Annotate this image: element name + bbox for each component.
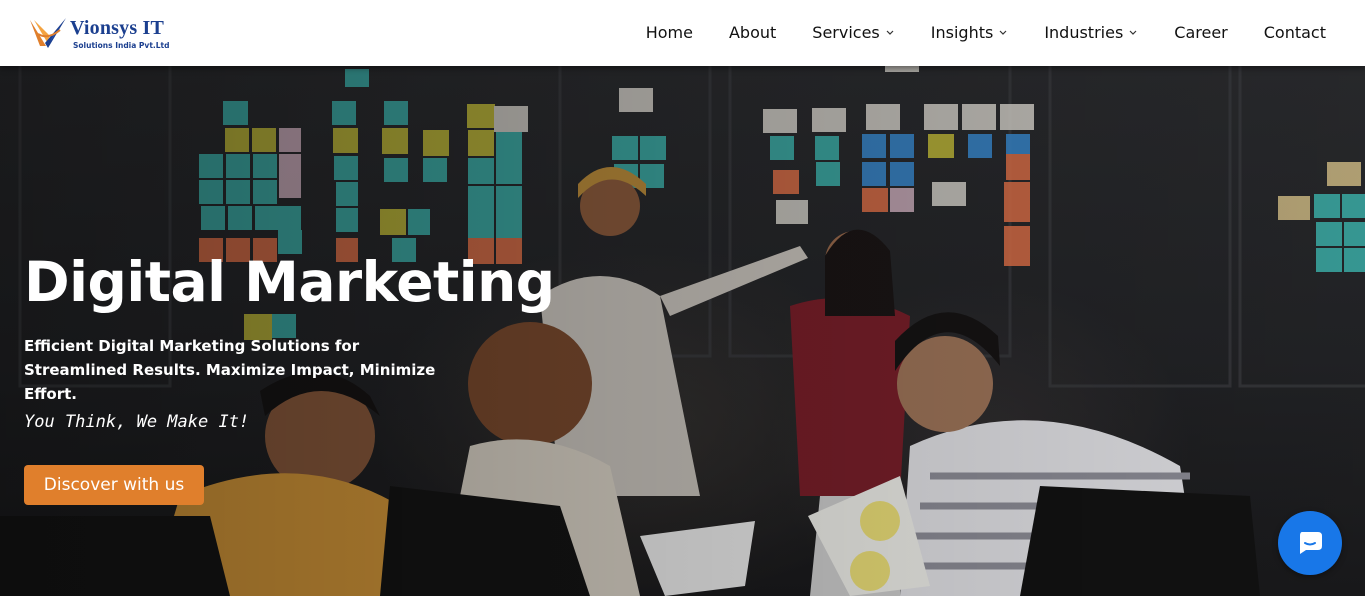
chevron-down-icon bbox=[1129, 30, 1137, 35]
nav-career-label: Career bbox=[1174, 22, 1228, 42]
logo-mark-icon bbox=[30, 18, 66, 48]
hero-tagline: You Think, We Make It! bbox=[24, 412, 250, 432]
nav-home[interactable]: Home bbox=[646, 23, 693, 42]
brand-logo[interactable]: Vionsys IT Solutions India Pvt.Ltd bbox=[28, 14, 178, 54]
main-nav: Home About Services Insights Industries … bbox=[646, 0, 1326, 64]
nav-insights[interactable]: Insights bbox=[931, 23, 1009, 42]
nav-insights-label: Insights bbox=[930, 22, 994, 42]
nav-home-label: Home bbox=[645, 22, 693, 42]
chat-button[interactable] bbox=[1278, 511, 1342, 575]
hero-subtitle: Efficient Digital Marketing Solutions fo… bbox=[24, 337, 436, 403]
nav-industries-label: Industries bbox=[1044, 22, 1124, 42]
nav-career[interactable]: Career bbox=[1174, 23, 1227, 42]
chat-bubble-icon bbox=[1300, 532, 1322, 554]
nav-about[interactable]: About bbox=[729, 23, 776, 42]
hero-overlay bbox=[0, 66, 1365, 596]
hero-title: Digital Marketing bbox=[24, 250, 555, 314]
chevron-down-icon bbox=[886, 30, 894, 35]
nav-services[interactable]: Services bbox=[812, 23, 894, 42]
nav-contact-label: Contact bbox=[1263, 22, 1326, 42]
site-header: Vionsys IT Solutions India Pvt.Ltd Home … bbox=[0, 0, 1365, 66]
hero-section: Digital Marketing Efficient Digital Mark… bbox=[0, 66, 1365, 596]
nav-contact[interactable]: Contact bbox=[1264, 23, 1326, 42]
nav-services-label: Services bbox=[812, 22, 880, 42]
chevron-down-icon bbox=[999, 30, 1007, 35]
discover-button[interactable]: Discover with us bbox=[24, 465, 204, 505]
brand-tagline: Solutions India Pvt.Ltd bbox=[73, 41, 170, 50]
nav-about-label: About bbox=[728, 22, 777, 42]
brand-name: Vionsys IT bbox=[70, 17, 165, 39]
nav-industries[interactable]: Industries bbox=[1044, 23, 1138, 42]
